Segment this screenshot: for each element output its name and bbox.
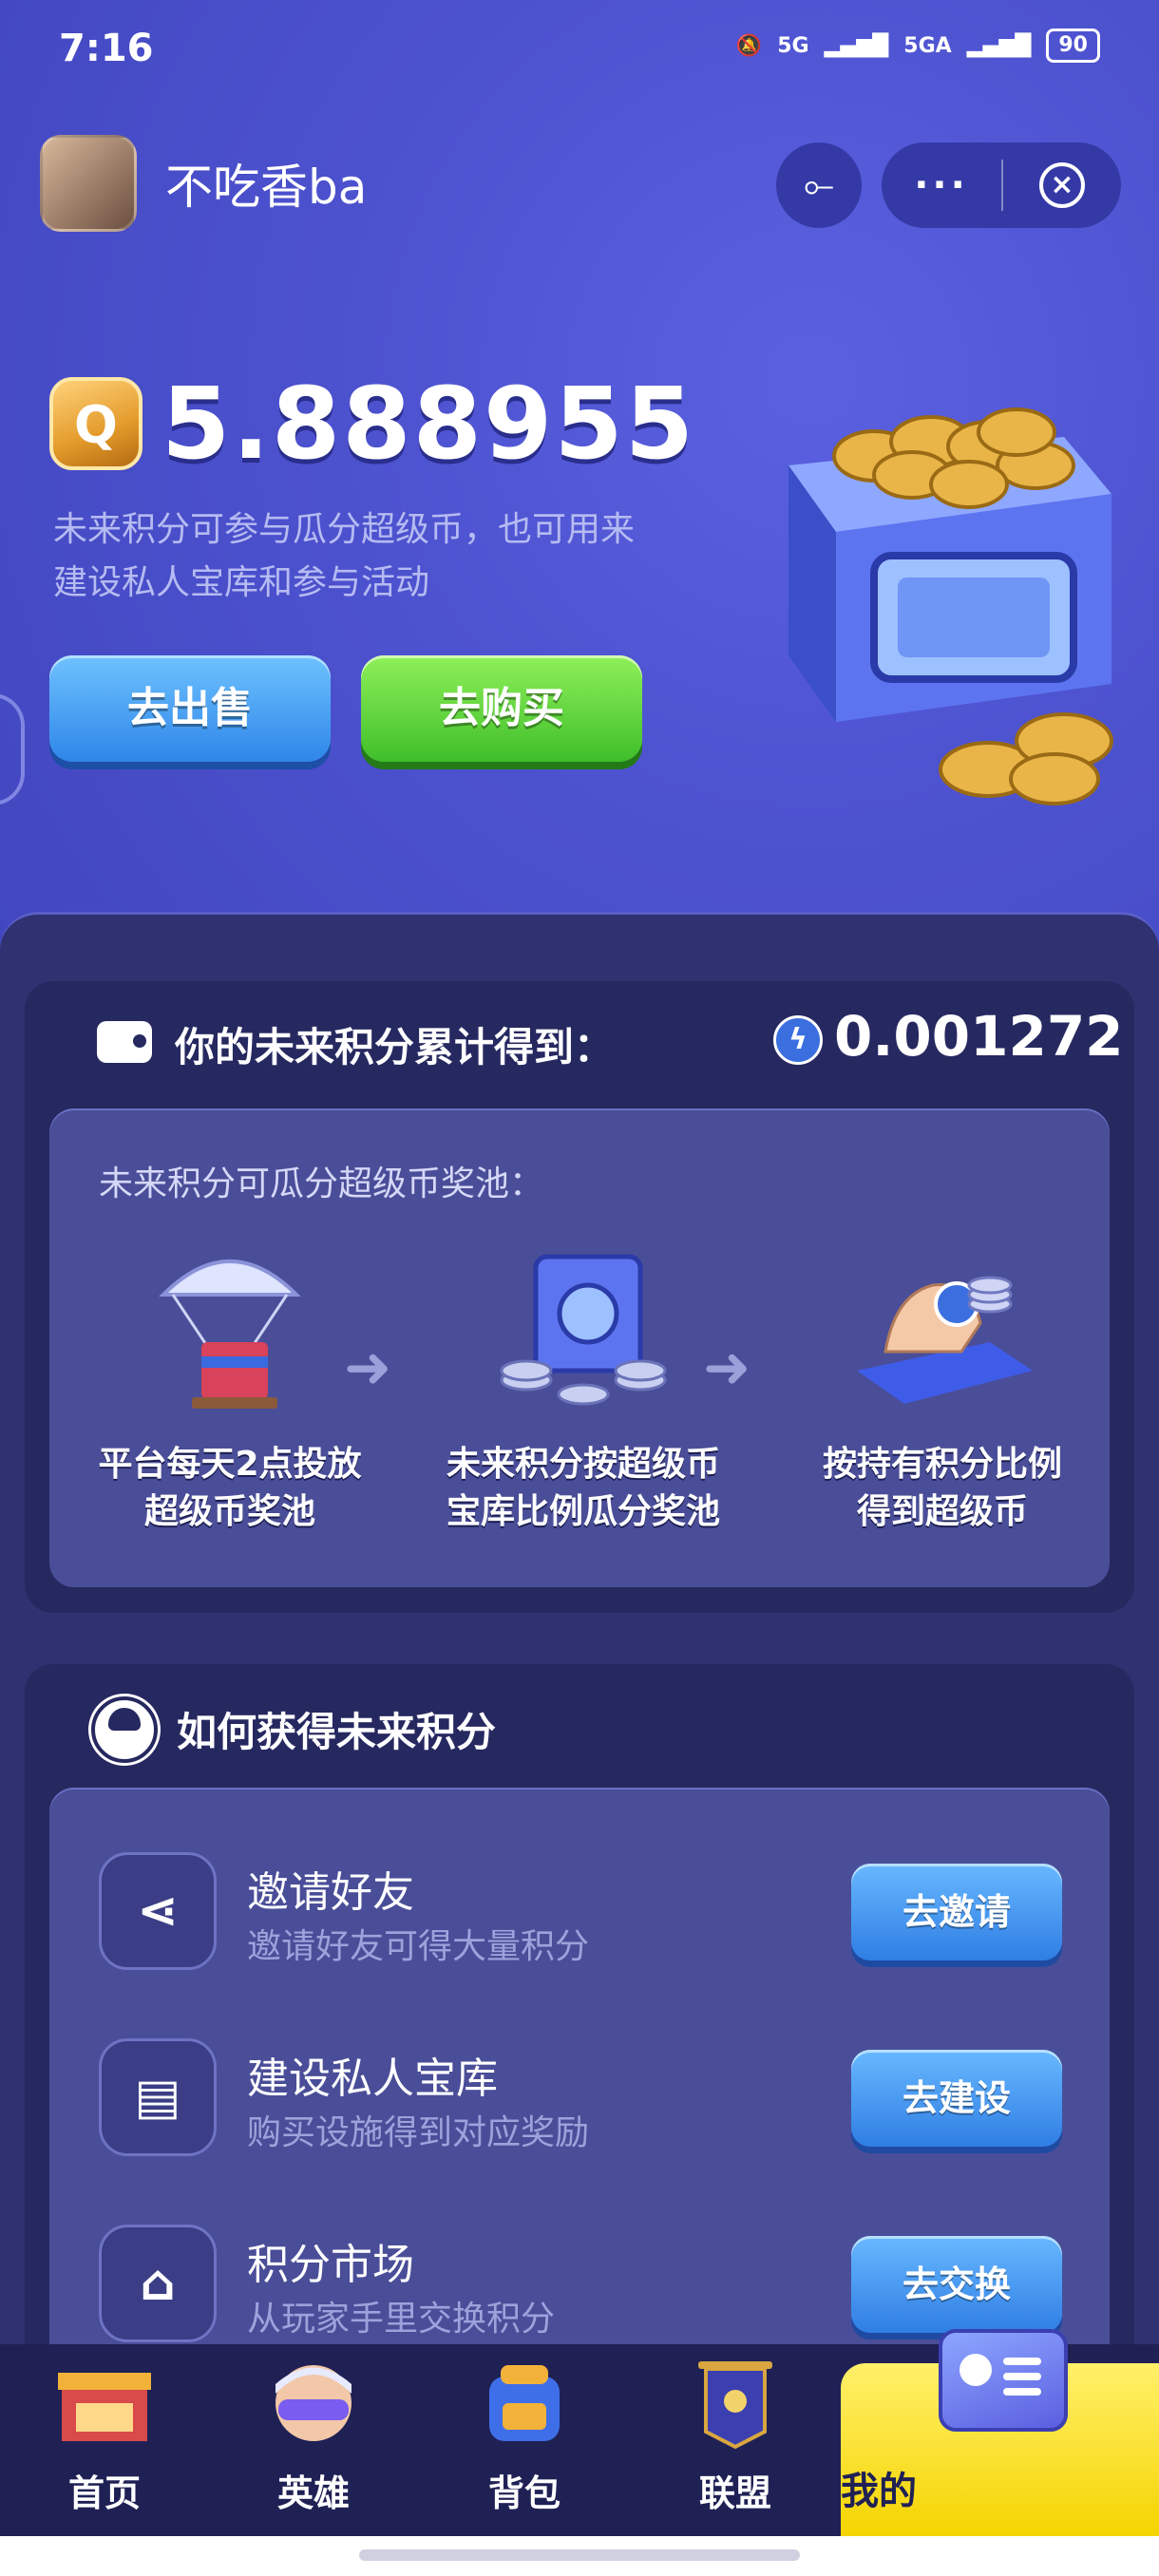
lightning-coin-icon: ϟ bbox=[773, 1015, 823, 1065]
build-button[interactable]: 去建设 bbox=[851, 2050, 1062, 2147]
battery-icon: 90 bbox=[1046, 28, 1100, 63]
share-icon: ⋖ bbox=[99, 1852, 217, 1970]
vault-icon bbox=[500, 1254, 667, 1406]
tab-hero[interactable]: 英雄 bbox=[209, 2344, 418, 2536]
earnings-title: 你的未来积分累计得到： bbox=[175, 1024, 615, 1070]
tab-label: 背包 bbox=[487, 2472, 560, 2514]
coin-icon: Q bbox=[49, 377, 142, 470]
arrow-icon: ➜ bbox=[344, 1335, 392, 1401]
step-airdrop: 平台每天2点投放 超级币奖池 bbox=[68, 1238, 391, 1536]
task-market: ⌂ 积分市场 从玩家手里交换积分 去交换 bbox=[49, 2200, 1110, 2342]
market-icon: ⌂ bbox=[99, 2225, 217, 2342]
profile-card-icon bbox=[939, 2329, 1068, 2432]
tab-home[interactable]: 首页 bbox=[0, 2344, 209, 2536]
step-3-text: 按持有积分比例 得到超级币 bbox=[822, 1445, 1062, 1531]
network-5ga: 5GA bbox=[903, 33, 952, 58]
earnings-header: 你的未来积分累计得到： ϟ 0.001272 bbox=[25, 981, 1134, 1105]
how-to-earn-card: 如何获得未来积分 ⋖ 邀请好友 邀请好友可得大量积分 去邀请 ▤ 建设私人宝库 … bbox=[25, 1664, 1134, 2377]
buy-button[interactable]: 去购买 bbox=[361, 655, 642, 762]
step-1-text: 平台每天2点投放 超级币奖池 bbox=[98, 1445, 362, 1531]
tab-label: 首页 bbox=[67, 2472, 141, 2514]
status-bar: 7:16 🔕 5G ▂▄▆█ 5GA ▂▄▆█ 90 bbox=[0, 0, 1159, 104]
airdrop-icon bbox=[159, 1260, 301, 1409]
prize-pool-panel: 未来积分可瓜分超级币奖池： 平台每天2点投放 超级币奖池 ➜ 未来积分按超级币 … bbox=[49, 1108, 1110, 1587]
mute-icon: 🔕 bbox=[735, 33, 763, 58]
invite-button[interactable]: 去邀请 bbox=[851, 1864, 1062, 1960]
tab-label: 我的 bbox=[841, 2470, 917, 2513]
tab-backpack[interactable]: 背包 bbox=[420, 2344, 629, 2536]
step-vault: 未来积分按超级币 宝库比例瓜分奖池 bbox=[422, 1238, 745, 1536]
task-subtitle: 从玩家手里交换积分 bbox=[247, 2300, 556, 2339]
pool-title: 未来积分可瓜分超级币奖池： bbox=[99, 1165, 544, 1203]
username: 不吃香ba bbox=[165, 160, 368, 215]
link-icon: ⟜ bbox=[804, 163, 834, 207]
balance-description: 未来积分可参与瓜分超级币，也可用来建设私人宝库和参与活动 bbox=[53, 510, 636, 602]
sell-button[interactable]: 去出售 bbox=[49, 655, 331, 762]
hand-coin-icon bbox=[857, 1276, 1033, 1404]
link-button[interactable]: ⟜ bbox=[776, 142, 862, 228]
tab-alliance[interactable]: 联盟 bbox=[631, 2344, 840, 2536]
task-subtitle: 购买设施得到对应奖励 bbox=[247, 2113, 590, 2152]
balance-value: 5.888955 bbox=[162, 366, 696, 482]
balance-display: Q 5.888955 bbox=[49, 366, 695, 482]
earnings-card: 你的未来积分累计得到： ϟ 0.001272 未来积分可瓜分超级币奖池： 平台每… bbox=[25, 981, 1134, 1613]
signal-icon-2: ▂▄▆█ bbox=[966, 33, 1032, 58]
status-icons: 🔕 5G ▂▄▆█ 5GA ▂▄▆█ 90 bbox=[736, 28, 1100, 63]
tab-label: 英雄 bbox=[276, 2472, 350, 2514]
more-button[interactable]: ··· bbox=[882, 163, 1001, 207]
task-title: 建设私人宝库 bbox=[247, 2055, 498, 2103]
wallet-icon bbox=[97, 1021, 152, 1063]
task-build: ▤ 建设私人宝库 购买设施得到对应奖励 去建设 bbox=[49, 2014, 1110, 2156]
close-button[interactable]: × bbox=[1003, 162, 1121, 208]
task-invite: ⋖ 邀请好友 邀请好友可得大量积分 去邀请 bbox=[49, 1828, 1110, 1970]
user-profile[interactable]: 不吃香ba bbox=[40, 135, 368, 232]
hero-icon bbox=[276, 2365, 352, 2441]
step-2-text: 未来积分按超级币 宝库比例瓜分奖池 bbox=[446, 1445, 720, 1531]
backpack-icon bbox=[489, 2365, 560, 2441]
status-time: 7:16 bbox=[59, 27, 154, 70]
home-indicator[interactable] bbox=[359, 2549, 800, 2561]
task-title: 邀请好友 bbox=[247, 1868, 414, 1917]
earnings-amount: 0.001272 bbox=[834, 1004, 1124, 1069]
exchange-button[interactable]: 去交换 bbox=[851, 2236, 1062, 2333]
how-to-earn-title: 如何获得未来积分 bbox=[177, 1709, 497, 1755]
signal-icon: ▂▄▆█ bbox=[824, 33, 889, 58]
arrow-icon: ➜ bbox=[703, 1335, 751, 1401]
task-subtitle: 邀请好友可得大量积分 bbox=[247, 1927, 590, 1966]
task-list: ⋖ 邀请好友 邀请好友可得大量积分 去邀请 ▤ 建设私人宝库 购买设施得到对应奖… bbox=[49, 1788, 1110, 2377]
build-icon: ▤ bbox=[99, 2038, 217, 2156]
avatar[interactable] bbox=[40, 135, 137, 232]
network-5g: 5G bbox=[777, 33, 809, 58]
task-title: 积分市场 bbox=[247, 2241, 414, 2289]
treasure-chest-illustration bbox=[788, 407, 1113, 805]
banner-icon bbox=[698, 2361, 772, 2450]
close-icon: × bbox=[1039, 162, 1085, 208]
step-receive: 按持有积分比例 得到超级币 bbox=[781, 1238, 1104, 1536]
tab-label: 联盟 bbox=[698, 2472, 771, 2514]
worker-icon bbox=[91, 1696, 158, 1763]
miniapp-capsule: ··· × bbox=[882, 142, 1121, 228]
shop-icon bbox=[58, 2373, 151, 2441]
